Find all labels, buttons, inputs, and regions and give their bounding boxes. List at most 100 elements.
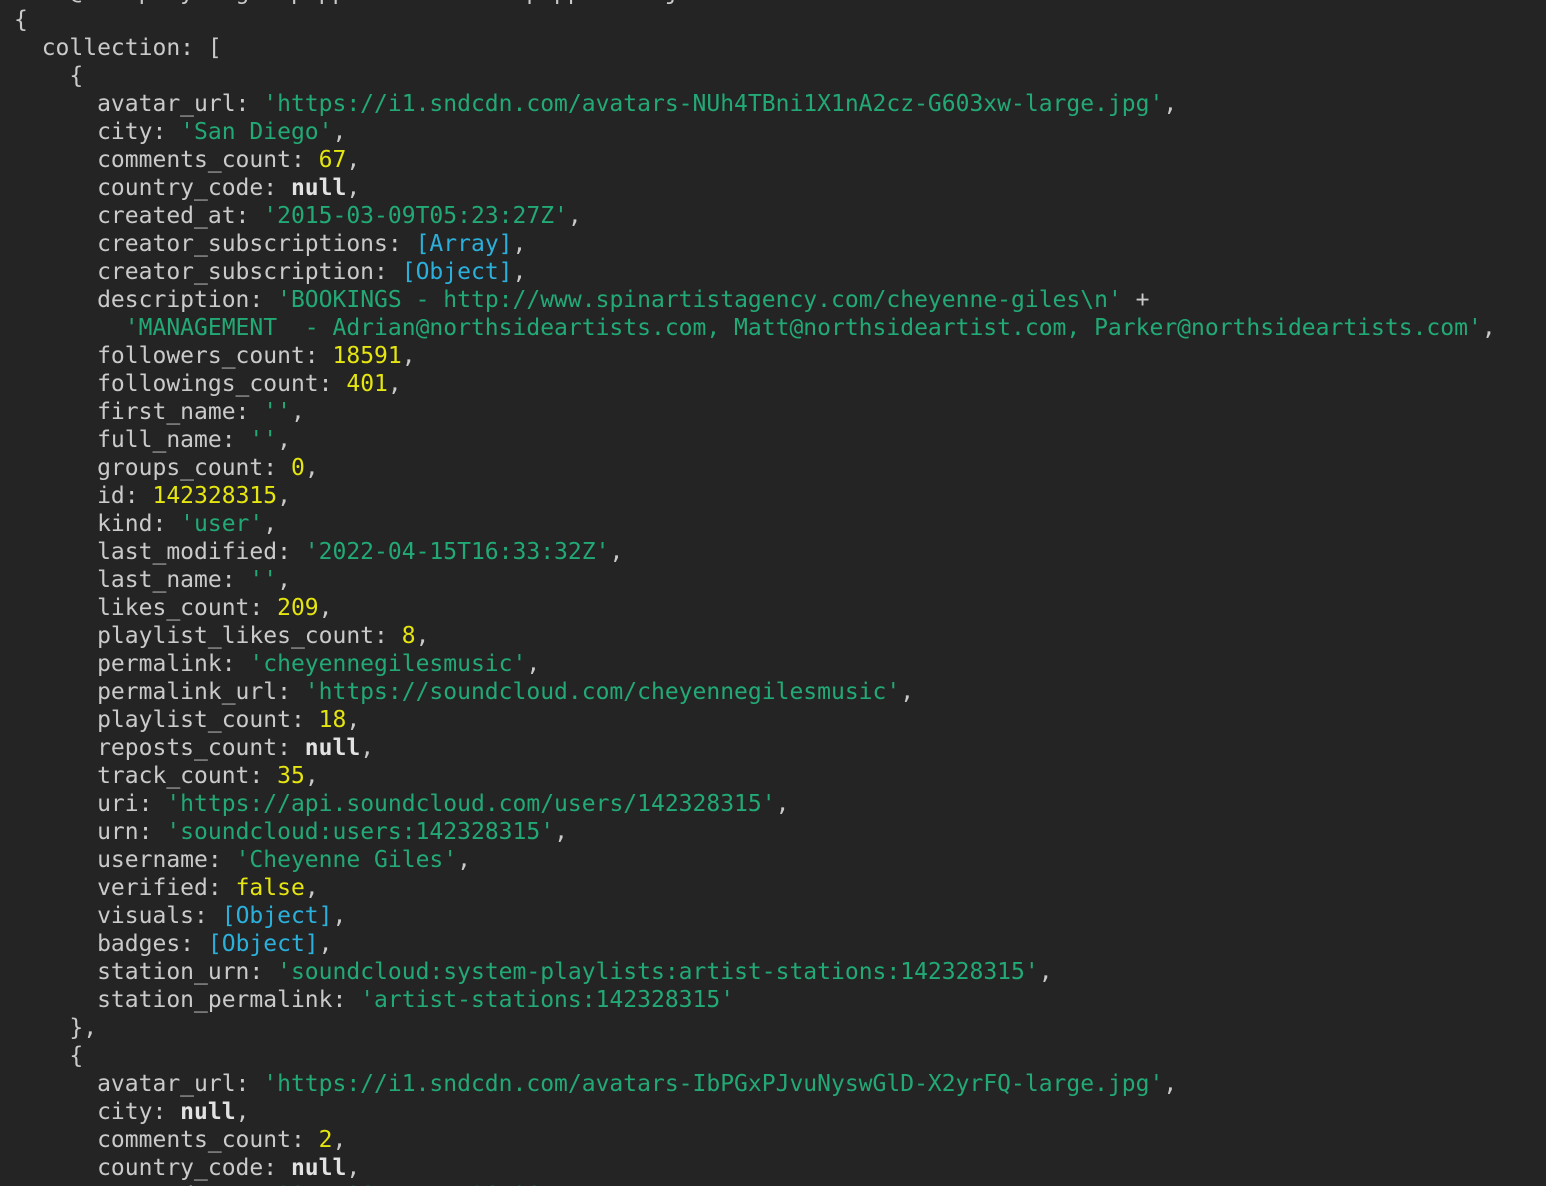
token-plain: ,	[526, 651, 540, 677]
terminal-line: badges: [Object],	[14, 930, 1546, 958]
terminal-line: created_at: '2015-03-09T05:23:27Z',	[14, 202, 1546, 230]
token-number: 0	[291, 455, 305, 481]
terminal-line: urn: 'soundcloud:users:142328315',	[14, 818, 1546, 846]
token-plain: playlist_likes_count:	[14, 623, 402, 649]
terminal-line: playlist_likes_count: 8,	[14, 622, 1546, 650]
token-string: '2022-04-15T16:33:32Z'	[305, 539, 610, 565]
terminal-line: kind: 'user',	[14, 510, 1546, 538]
token-plain: ,	[416, 623, 430, 649]
token-plain: followers_count:	[14, 343, 333, 369]
terminal-line: track_count: 35,	[14, 762, 1546, 790]
token-plain: ,	[277, 427, 291, 453]
token-number: 209	[277, 595, 319, 621]
token-plain: uri:	[14, 791, 166, 817]
token-plain: description:	[14, 287, 277, 313]
token-plain: ,	[277, 483, 291, 509]
token-plain: permalink:	[14, 651, 249, 677]
token-plain: ,	[333, 903, 347, 929]
token-plain: ,	[236, 1099, 250, 1125]
token-plain: urn:	[14, 819, 166, 845]
token-string: 'soundcloud:users:142328315'	[166, 819, 554, 845]
token-plain: full_name:	[14, 427, 249, 453]
token-plain: ,	[609, 539, 623, 565]
terminal-line: uri: 'https://api.soundcloud.com/users/1…	[14, 790, 1546, 818]
token-plain: country_code:	[14, 1155, 291, 1181]
terminal-line: first_name: '',	[14, 398, 1546, 426]
token-boolean: false	[236, 875, 305, 901]
token-prompt: user@mac playwright-puppeteer % node pup…	[14, 0, 693, 5]
token-plain: ,	[346, 175, 360, 201]
token-string: 'https://i1.sndcdn.com/avatars-IbPGxPJvu…	[263, 1071, 1163, 1097]
token-plain: },	[14, 1015, 97, 1041]
terminal-line: visuals: [Object],	[14, 902, 1546, 930]
token-number: 8	[402, 623, 416, 649]
token-plain: permalink_url:	[14, 679, 305, 705]
token-plain: ,	[346, 1155, 360, 1181]
token-plain: comments_count:	[14, 1127, 319, 1153]
token-plain: ,	[305, 455, 319, 481]
token-plain: station_urn:	[14, 959, 277, 985]
token-plain: likes_count:	[14, 595, 277, 621]
token-number: 142328315	[152, 483, 277, 509]
terminal-line: city: null,	[14, 1098, 1546, 1126]
token-plain: {	[14, 1043, 83, 1069]
token-plain: track_count:	[14, 763, 277, 789]
token-plain: creator_subscription:	[14, 259, 402, 285]
token-number: 18591	[333, 343, 402, 369]
token-plain: ,	[319, 595, 333, 621]
token-plain: ,	[305, 763, 319, 789]
token-plain: verified:	[14, 875, 236, 901]
token-plain: ,	[305, 875, 319, 901]
terminal-line: avatar_url: 'https://i1.sndcdn.com/avata…	[14, 90, 1546, 118]
terminal-line: creator_subscriptions: [Array],	[14, 230, 1546, 258]
terminal-line: {	[14, 1042, 1546, 1070]
token-plain: last_name:	[14, 567, 249, 593]
terminal-line: city: 'San Diego',	[14, 118, 1546, 146]
terminal-line: {	[14, 6, 1546, 34]
terminal-line: followers_count: 18591,	[14, 342, 1546, 370]
token-string: 'MANAGEMENT - Adrian@northsideartists.co…	[125, 315, 1482, 341]
token-plain: creator_subscriptions:	[14, 231, 416, 257]
token-number: 18	[319, 707, 347, 733]
token-plain: ,	[333, 119, 347, 145]
token-plain: ,	[1163, 1071, 1177, 1097]
terminal-line: likes_count: 209,	[14, 594, 1546, 622]
token-number: 401	[346, 371, 388, 397]
token-plain: playlist_count:	[14, 707, 319, 733]
token-plain: ,	[513, 231, 527, 257]
token-plain: ,	[513, 259, 527, 285]
token-plain: avatar_url:	[14, 1071, 263, 1097]
token-plain: {	[14, 63, 83, 89]
terminal-line: 'MANAGEMENT - Adrian@northsideartists.co…	[14, 314, 1546, 342]
token-string: 'soundcloud:system-playlists:artist-stat…	[277, 959, 1039, 985]
token-string: '2015-03-09T05:23:27Z'	[263, 203, 568, 229]
token-plain: avatar_url:	[14, 91, 263, 117]
token-number: 2	[319, 1127, 333, 1153]
terminal-line: },	[14, 1014, 1546, 1042]
token-plain: groups_count:	[14, 455, 291, 481]
terminal-line: comments_count: 2,	[14, 1126, 1546, 1154]
token-plain: +	[1122, 287, 1150, 313]
terminal-line: last_name: '',	[14, 566, 1546, 594]
token-plain: last_modified:	[14, 539, 305, 565]
terminal-line: creator_subscription: [Object],	[14, 258, 1546, 286]
token-string: ''	[249, 567, 277, 593]
terminal-line: collection: [	[14, 34, 1546, 62]
token-plain: comments_count:	[14, 147, 319, 173]
token-plain: first_name:	[14, 399, 263, 425]
terminal-line: {	[14, 62, 1546, 90]
token-plain: city:	[14, 119, 180, 145]
token-plain: ,	[568, 203, 582, 229]
token-plain: reposts_count:	[14, 735, 305, 761]
token-plain: ,	[554, 819, 568, 845]
terminal-line: country_code: null,	[14, 1154, 1546, 1182]
token-plain: username:	[14, 847, 236, 873]
terminal-line: groups_count: 0,	[14, 454, 1546, 482]
token-null: null	[305, 735, 360, 761]
token-null: null	[180, 1099, 235, 1125]
terminal-line: playlist_count: 18,	[14, 706, 1546, 734]
terminal-line: permalink_url: 'https://soundcloud.com/c…	[14, 678, 1546, 706]
token-plain: ,	[776, 791, 790, 817]
token-plain: followings_count:	[14, 371, 346, 397]
terminal-line: permalink: 'cheyennegilesmusic',	[14, 650, 1546, 678]
